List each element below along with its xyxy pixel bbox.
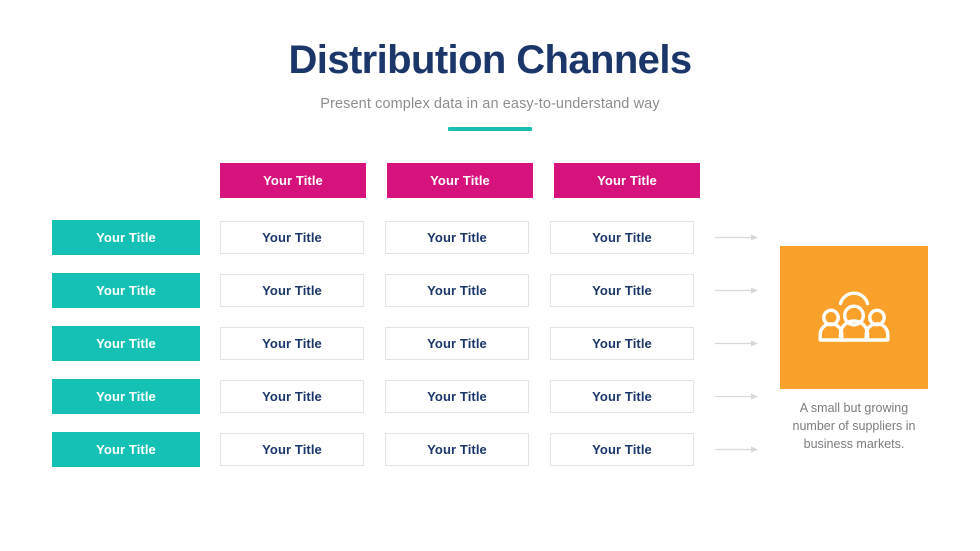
matrix-cell-r2c1[interactable]: Your Title bbox=[220, 274, 364, 307]
arrow-right-icon bbox=[715, 233, 759, 242]
matrix-cell-r1c1[interactable]: Your Title bbox=[220, 221, 364, 254]
panel-caption: A small but growing number of suppliers … bbox=[792, 401, 916, 451]
icon-tile bbox=[780, 246, 928, 389]
matrix-column-header-row: Your Title Your Title Your Title bbox=[220, 163, 759, 198]
page-title: Distribution Channels bbox=[288, 38, 693, 82]
row-header-3[interactable]: Your Title bbox=[52, 326, 200, 361]
matrix-cell-r1c3[interactable]: Your Title bbox=[550, 221, 694, 254]
row-header-1[interactable]: Your Title bbox=[52, 220, 200, 255]
column-header-1[interactable]: Your Title bbox=[220, 163, 366, 198]
row-header-4[interactable]: Your Title bbox=[52, 379, 200, 414]
matrix-cell-r3c1[interactable]: Your Title bbox=[220, 327, 364, 360]
matrix-row: Your Title Your Title Your Title Your Ti… bbox=[52, 273, 759, 308]
distribution-matrix: Your Title Your Title Your Title Your Ti… bbox=[52, 163, 759, 467]
matrix-cell-r1c2[interactable]: Your Title bbox=[385, 221, 529, 254]
matrix-row: Your Title Your Title Your Title Your Ti… bbox=[52, 379, 759, 414]
column-header-2[interactable]: Your Title bbox=[387, 163, 533, 198]
slide-header: Distribution Channels Present complex da… bbox=[0, 38, 980, 131]
matrix-cell-r4c3[interactable]: Your Title bbox=[550, 380, 694, 413]
matrix-row: Your Title Your Title Your Title Your Ti… bbox=[52, 326, 759, 361]
supplier-summary-panel: A small but growing number of suppliers … bbox=[780, 246, 928, 453]
arrow-right-icon bbox=[715, 339, 759, 348]
matrix-row: Your Title Your Title Your Title Your Ti… bbox=[52, 432, 759, 467]
arrow-right-icon bbox=[715, 392, 759, 401]
page-subtitle: Present complex data in an easy-to-under… bbox=[320, 95, 660, 112]
matrix-cell-r3c2[interactable]: Your Title bbox=[385, 327, 529, 360]
slide-canvas: Distribution Channels Present complex da… bbox=[0, 0, 980, 551]
matrix-cell-r4c1[interactable]: Your Title bbox=[220, 380, 364, 413]
arrow-right-icon bbox=[715, 286, 759, 295]
row-header-2[interactable]: Your Title bbox=[52, 273, 200, 308]
matrix-cell-r5c1[interactable]: Your Title bbox=[220, 433, 364, 466]
matrix-cell-r2c2[interactable]: Your Title bbox=[385, 274, 529, 307]
matrix-cell-r4c2[interactable]: Your Title bbox=[385, 380, 529, 413]
arrow-right-icon bbox=[715, 445, 759, 454]
matrix-cell-r3c3[interactable]: Your Title bbox=[550, 327, 694, 360]
matrix-cell-r5c3[interactable]: Your Title bbox=[550, 433, 694, 466]
matrix-row: Your Title Your Title Your Title Your Ti… bbox=[52, 220, 759, 255]
column-header-3[interactable]: Your Title bbox=[554, 163, 700, 198]
row-header-5[interactable]: Your Title bbox=[52, 432, 200, 467]
title-accent-divider bbox=[448, 126, 532, 131]
group-of-people-icon bbox=[818, 291, 890, 342]
matrix-cell-r2c3[interactable]: Your Title bbox=[550, 274, 694, 307]
matrix-cell-r5c2[interactable]: Your Title bbox=[385, 433, 529, 466]
